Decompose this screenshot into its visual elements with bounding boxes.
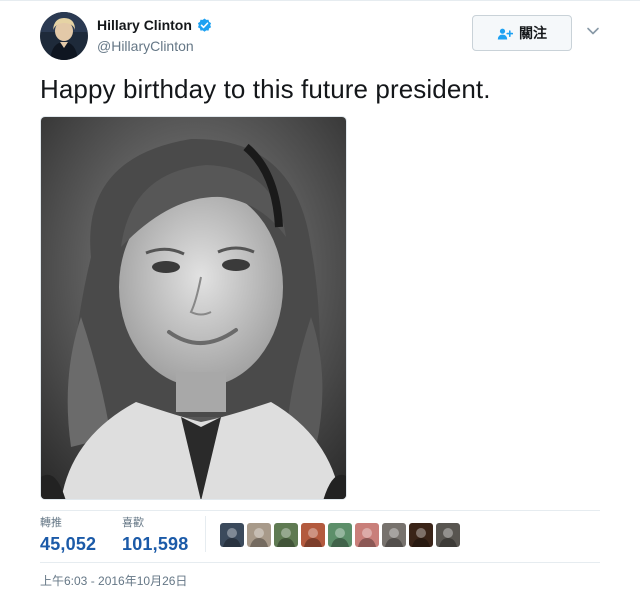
verified-badge-icon (197, 17, 212, 33)
liker-avatar[interactable] (274, 523, 298, 547)
liker-avatar[interactable] (247, 523, 271, 547)
author-handle[interactable]: @HillaryClinton (97, 38, 194, 54)
liker-avatar[interactable] (220, 523, 244, 547)
tweet-photo[interactable] (40, 116, 347, 500)
top-border (0, 0, 640, 1)
follow-button-label: 關注 (519, 25, 547, 41)
divider (40, 510, 600, 511)
liker-avatar[interactable] (328, 523, 352, 547)
chevron-down-icon[interactable] (586, 26, 600, 36)
liker-avatar[interactable] (355, 523, 379, 547)
retweet-label: 轉推 (40, 517, 62, 529)
tweet-text: Happy birthday to this future president. (40, 74, 491, 104)
author-avatar[interactable] (40, 12, 88, 60)
person-plus-icon (497, 27, 514, 40)
liker-avatars (220, 523, 460, 547)
follow-button[interactable]: 關注 (472, 15, 572, 51)
divider (40, 562, 600, 563)
liker-avatar[interactable] (409, 523, 433, 547)
retweet-count[interactable]: 45,052 (40, 533, 96, 555)
like-count[interactable]: 101,598 (122, 533, 188, 555)
liker-avatar[interactable] (382, 523, 406, 547)
like-stat[interactable]: 喜歡 101,598 (122, 515, 188, 555)
liker-avatar[interactable] (436, 523, 460, 547)
retweet-stat[interactable]: 轉推 45,052 (40, 515, 96, 555)
tweet-timestamp[interactable]: 上午6:03 - 2016年10月26日 (40, 572, 187, 589)
stats-separator (205, 516, 206, 552)
tweet-card: Hillary Clinton @HillaryClinton 關注 Happy… (0, 0, 640, 594)
author-name[interactable]: Hillary Clinton (97, 17, 212, 33)
like-label: 喜歡 (122, 517, 144, 529)
liker-avatar[interactable] (301, 523, 325, 547)
author-name-text[interactable]: Hillary Clinton (97, 17, 192, 33)
